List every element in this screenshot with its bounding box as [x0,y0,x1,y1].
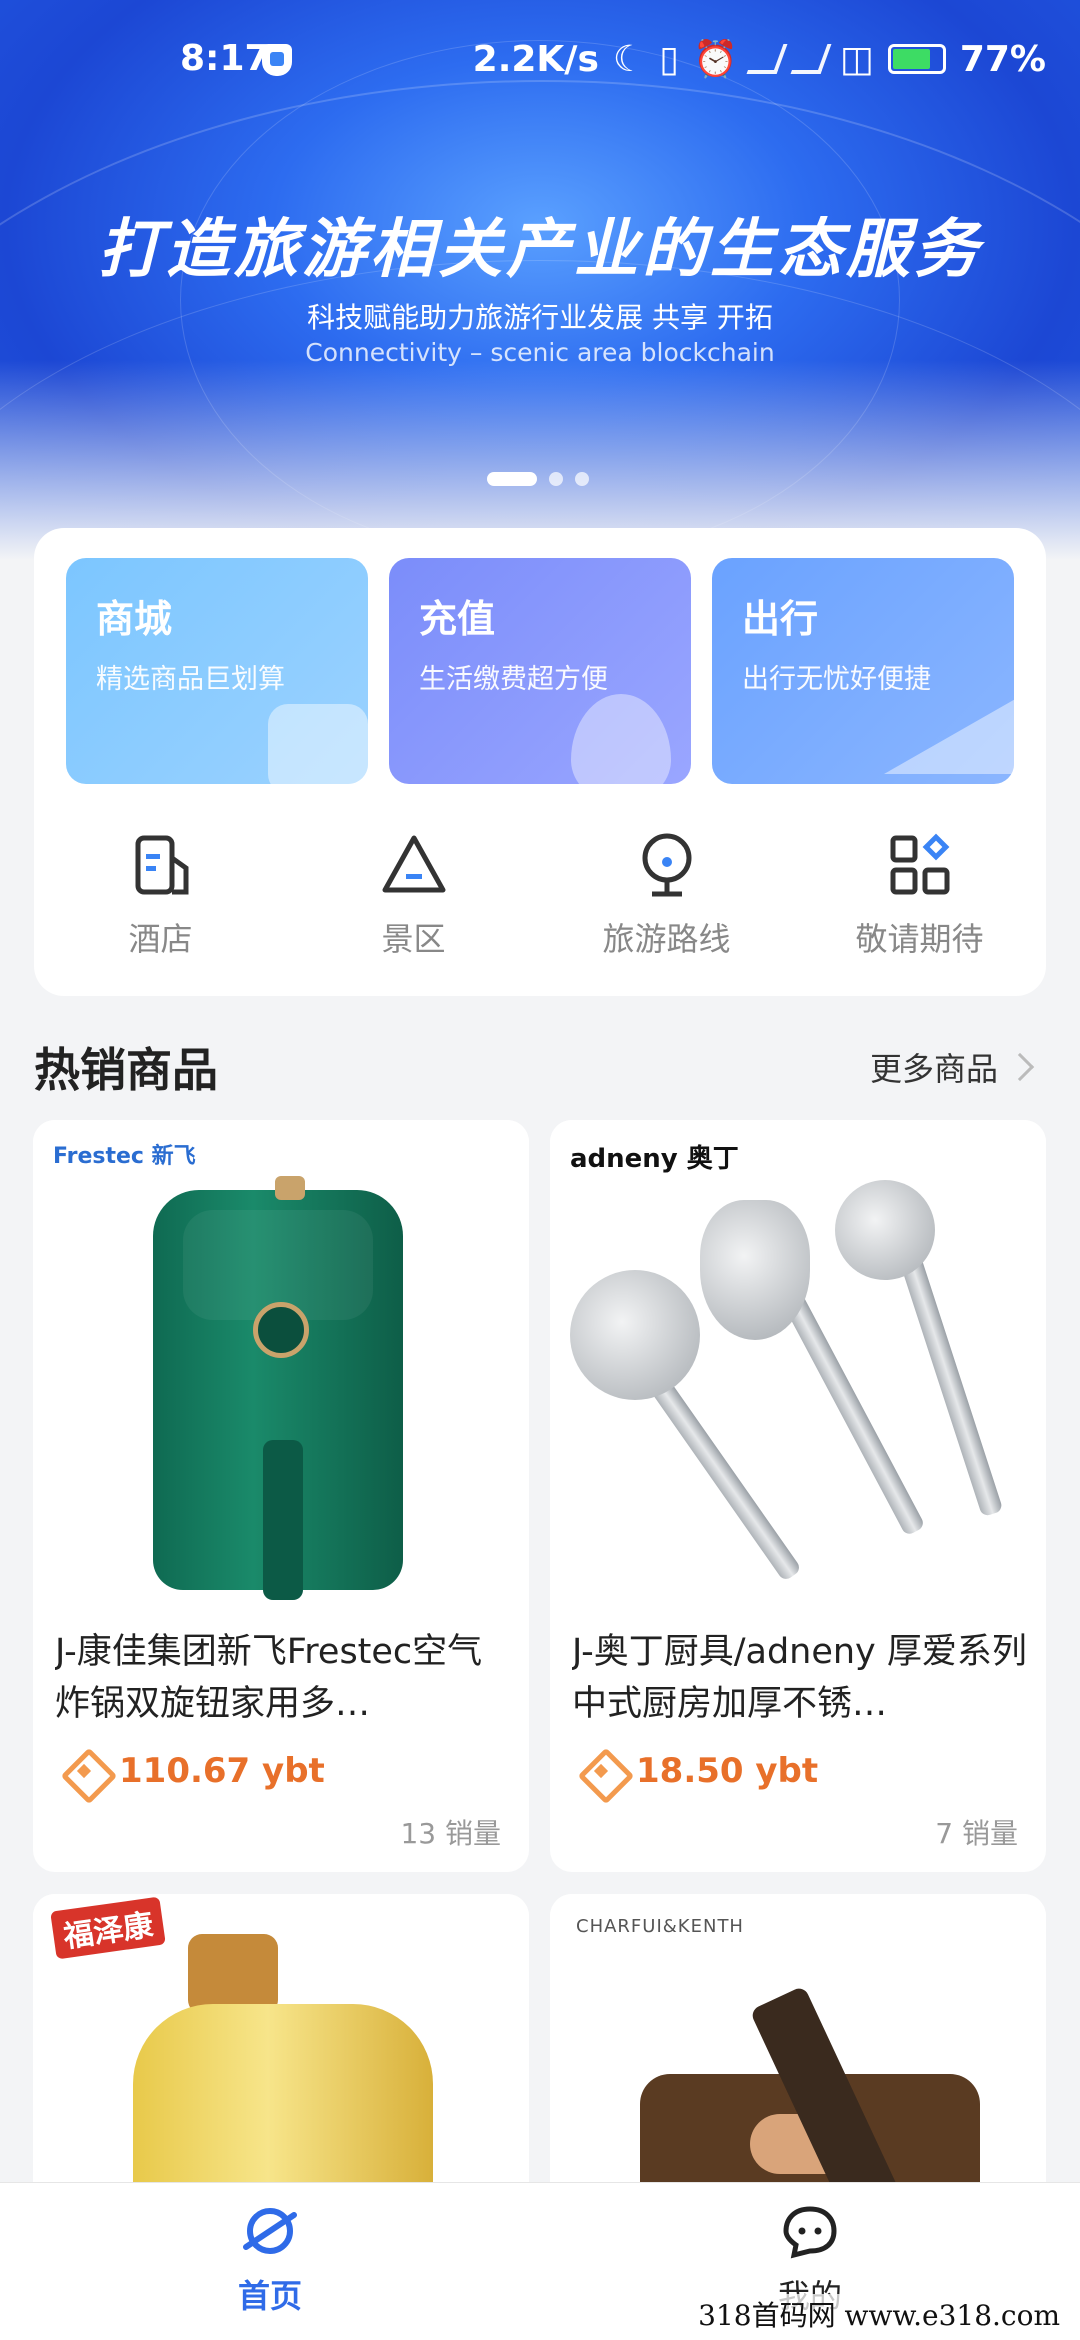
air-fryer-image [153,1176,403,1600]
chat-bubble-icon [780,2201,840,2261]
price-value: 110.67 ybt [119,1751,325,1791]
tab-home[interactable]: 首页 [0,2183,540,2340]
home-planet-icon [240,2201,300,2261]
lightning-drop-icon [571,694,671,784]
brand-logo: 福泽康 [50,1896,166,1960]
status-time: 8:17 [180,38,270,79]
skimmer-head [570,1270,700,1400]
product-card[interactable]: Frestec 新飞 J-康佳集团新飞Frestec空气炸锅双旋钮家用多… 11… [33,1120,529,1872]
product-price: 110.67 ybt [63,1750,325,1792]
product-image: adneny 奥丁 [550,1120,1046,1616]
carousel-dot [549,472,563,486]
banner-subtitle: 科技赋能助力旅游行业发展 共享 开拓 [307,301,773,334]
tile-recharge[interactable]: 充值 生活缴费超方便 [389,558,691,784]
product-price: 18.50 ybt [580,1750,818,1792]
network-speed: 2.2K/s [472,38,599,80]
product-name: J-康佳集团新飞Frestec空气炸锅双旋钮家用多… [55,1632,483,1724]
hotel-icon [124,828,198,902]
ybt-coin-icon [63,1750,105,1792]
signal-icon [746,44,788,74]
nav-label: 景区 [381,920,446,958]
nav-coming-soon[interactable]: 敬请期待 [793,828,1046,960]
more-products-link[interactable]: 更多商品 [869,1044,1035,1090]
wifi-icon: ◫ [839,38,874,80]
route-pin-icon [630,828,704,902]
signal-icon [790,44,832,74]
grid-apps-icon [883,828,957,902]
tab-label: 首页 [237,2277,302,2315]
tile-subtitle: 出行无忧好便捷 [742,664,931,695]
nav-scenic[interactable]: 景区 [287,828,540,960]
tile-mall[interactable]: 商城 精选商品巨划算 [66,558,368,784]
banner-title: 打造旅游相关产业的生态服务 [98,213,982,287]
vibrate-icon: ▯ [659,38,679,80]
sales-count: 7 销量 [935,1817,1018,1850]
tile-title: 商城 [96,597,173,641]
watermark: 318首码网 www.e318.com [692,2294,1066,2334]
ybt-coin-icon [580,1750,622,1792]
scenic-area-icon [377,828,451,902]
ladle-head [835,1180,935,1280]
paper-plane-icon [884,694,1014,774]
product-name: J-奥丁厨具/adneny 厚爱系列 中式厨房加厚不锈… [572,1632,1027,1724]
nav-hotel[interactable]: 酒店 [34,828,287,960]
tile-subtitle: 精选商品巨划算 [96,664,285,695]
price-value: 18.50 ybt [636,1751,819,1791]
oil-bottle-cap [188,1934,278,2014]
nav-label: 旅游路线 [602,920,731,958]
nav-label: 敬请期待 [855,920,984,958]
alarm-icon: ⏰ [692,39,738,80]
brand-logo: adneny 奥丁 [570,1144,739,1174]
tile-travel[interactable]: 出行 出行无忧好便捷 [712,558,1014,784]
shopping-bag-icon [268,704,368,784]
carousel-dot [575,472,589,486]
status-indicators: 2.2K/s ☾ ▯ ⏰ ◫ 77% [472,38,1046,81]
tile-subtitle: 生活缴费超方便 [419,664,608,695]
battery-level: 77% [959,38,1046,80]
category-nav: 酒店 景区 旅游路线 敬请期待 [34,828,1046,960]
brand-logo: Frestec 新飞 [53,1144,196,1169]
section-title: 热销商品 [34,1043,218,1097]
spatula-head [700,1200,810,1340]
status-bar: 8:17 2.2K/s ☾ ▯ ⏰ ◫ 77% [0,0,1080,120]
chevron-right-icon [1005,1052,1035,1082]
tile-title: 充值 [419,597,496,641]
carousel-dot-active [487,472,537,486]
nav-route[interactable]: 旅游路线 [540,828,793,960]
quick-access-card: 商城 精选商品巨划算 充值 生活缴费超方便 出行 出行无忧好便捷 酒店 景区 旅… [34,528,1046,996]
moon-icon: ☾ [612,38,646,80]
nav-label: 酒店 [128,920,193,958]
sales-count: 13 销量 [400,1817,501,1850]
tile-title: 出行 [742,597,819,641]
product-image: Frestec 新飞 [33,1120,529,1616]
banner-subtitle-en: Connectivity – scenic area blockchain [305,338,775,367]
product-card[interactable]: adneny 奥丁 J-奥丁厨具/adneny 厚爱系列 中式厨房加厚不锈… 1… [550,1120,1046,1872]
battery-icon [887,44,946,74]
security-shield-icon [262,44,292,76]
carousel-indicator [487,472,589,486]
more-products-label: 更多商品 [869,1050,998,1088]
brand-logo: CHARFUI&KENTH [576,1916,744,1937]
